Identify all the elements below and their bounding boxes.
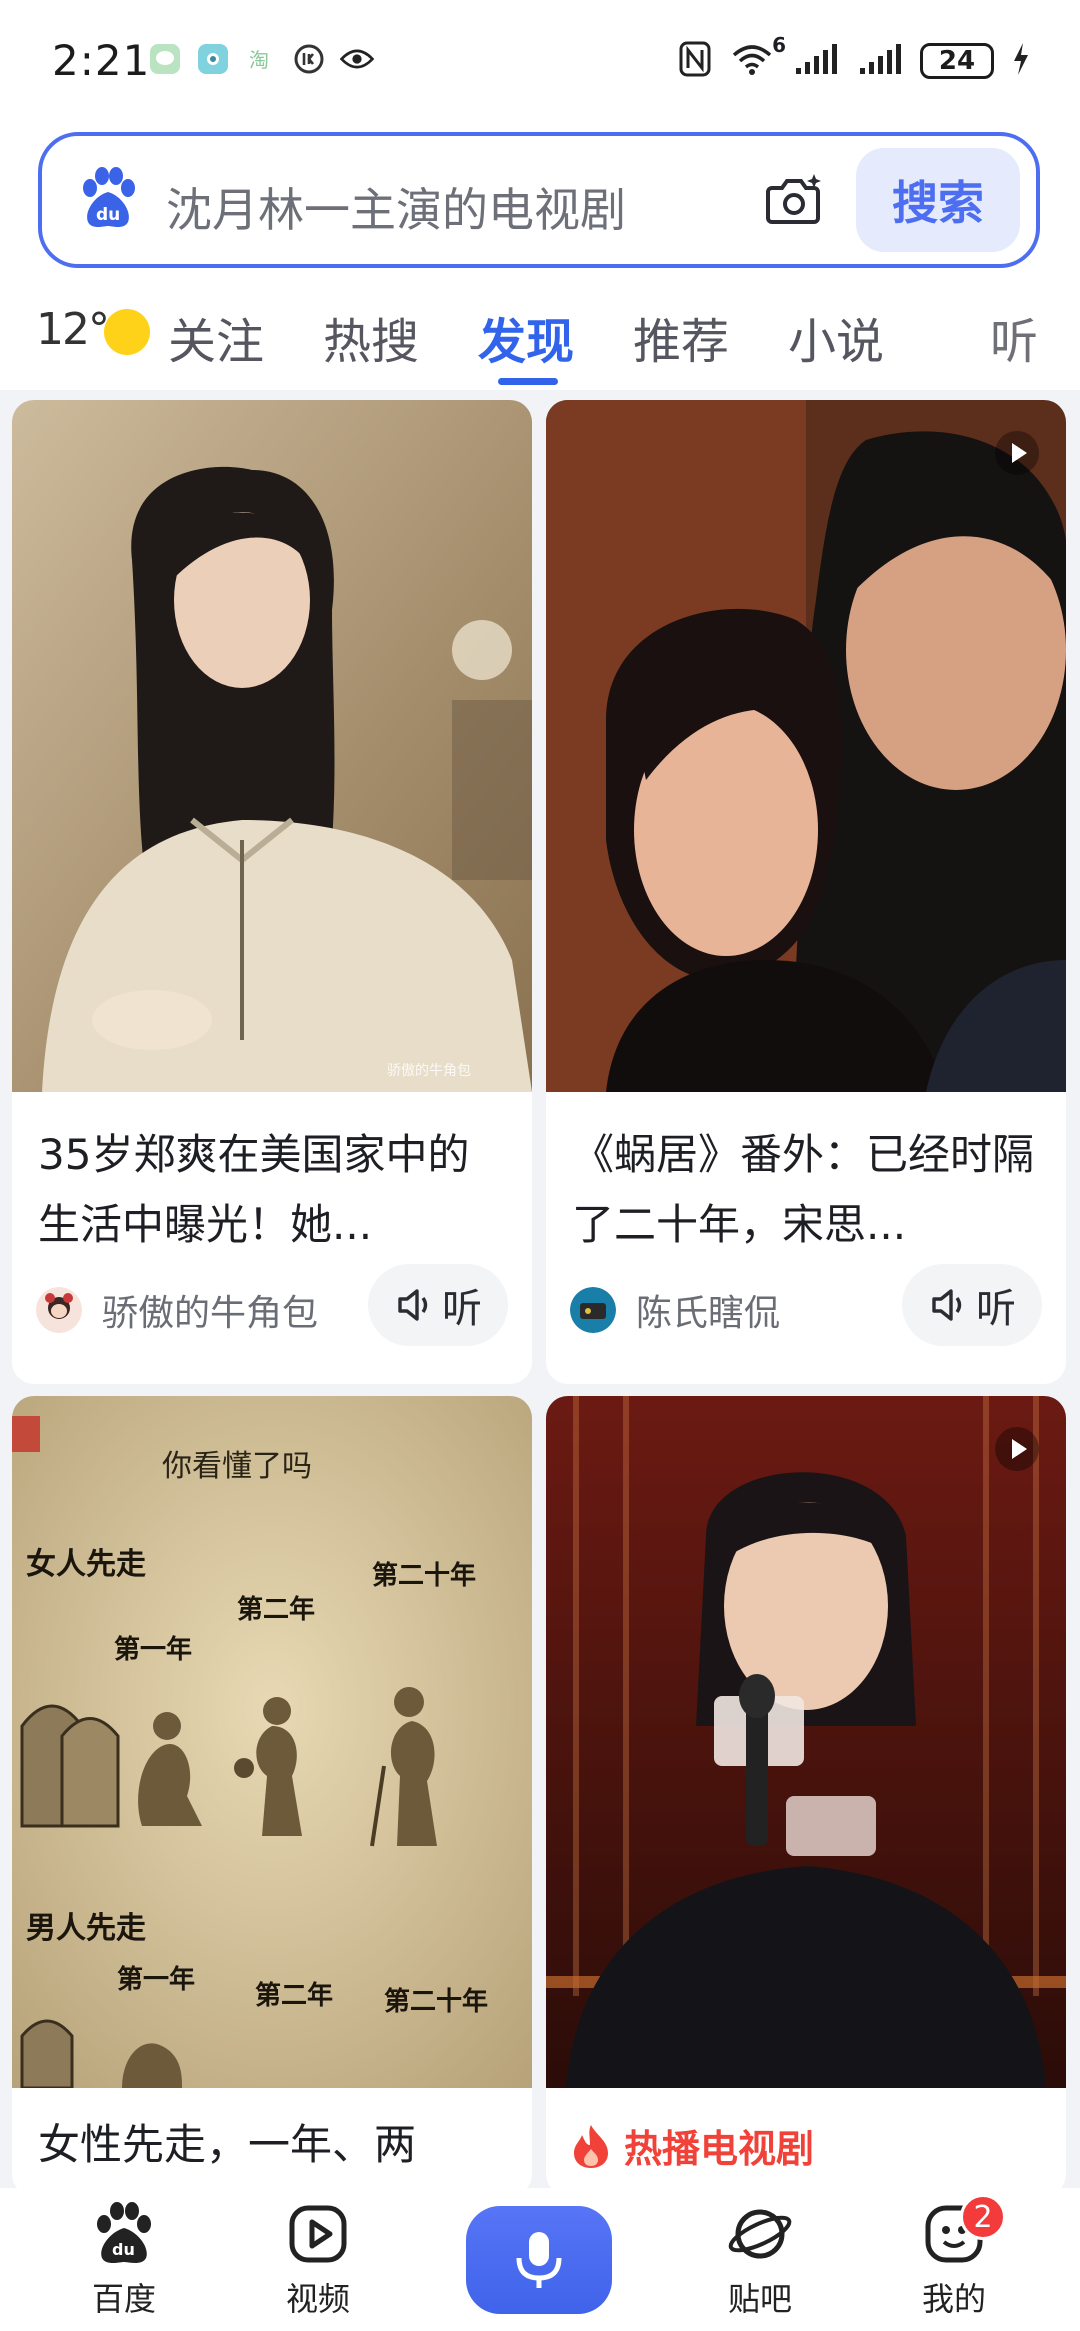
- hot-tag-label: 热播电视剧: [624, 2127, 815, 2171]
- card-image[interactable]: [546, 400, 1066, 1092]
- svg-text:du: du: [112, 2240, 135, 2259]
- feed-card[interactable]: 热播电视剧: [546, 1396, 1066, 2196]
- sun-icon: [104, 308, 150, 355]
- baidu-paw-icon: du: [76, 166, 140, 232]
- baidu-home-icon: du: [97, 2202, 151, 2263]
- wifi-icon: 6: [730, 33, 786, 81]
- active-tab-indicator: [498, 378, 558, 385]
- feed-card[interactable]: 你看懂了吗 女人先走 第二十年 第二年 第一年 男人先走 第一年 第二年 第二十…: [12, 1396, 532, 2196]
- card-title[interactable]: 35岁郑爽在美国家中的生活中曝光！她...: [38, 1120, 506, 1260]
- svg-text:淘: 淘: [249, 48, 269, 72]
- svg-text:第一年: 第一年: [117, 1964, 195, 1995]
- flame-icon: [574, 2124, 608, 2168]
- notification-badge: 2: [960, 2194, 1006, 2240]
- speaker-icon: [398, 1289, 428, 1321]
- eye-app-icon: [196, 42, 230, 76]
- listen-button[interactable]: 听: [902, 1264, 1042, 1346]
- weather-temperature: 12°: [36, 304, 110, 355]
- weather-widget[interactable]: 12°: [36, 304, 150, 355]
- tab-discover[interactable]: 发现: [478, 302, 574, 372]
- network-type-label: 6: [772, 33, 786, 57]
- charging-icon: [1012, 41, 1030, 81]
- video-play-icon: [994, 1426, 1040, 1472]
- hot-tag[interactable]: 热播电视剧: [570, 2118, 814, 2173]
- chat-app-icon: [148, 42, 182, 76]
- svg-text:第二年: 第二年: [255, 1980, 333, 2011]
- microphone-icon: [516, 2232, 562, 2288]
- search-bar[interactable]: du 沈月林一主演的电视剧 搜索: [38, 132, 1040, 268]
- voice-search-button[interactable]: [466, 2206, 612, 2314]
- search-input[interactable]: 沈月林一主演的电视剧: [166, 174, 626, 240]
- status-time: 2:21: [52, 36, 151, 85]
- shopping-app-icon: 淘: [244, 42, 278, 76]
- author-name[interactable]: 陈氏瞎侃: [636, 1284, 780, 1336]
- card-title[interactable]: 女性先走，一年、两: [38, 2110, 506, 2180]
- author-avatar[interactable]: [36, 1287, 82, 1333]
- card-image[interactable]: 骄傲的牛角包: [12, 400, 532, 1092]
- svg-text:骄傲的牛角包: 骄傲的牛角包: [387, 1063, 471, 1079]
- svg-text:du: du: [96, 205, 120, 225]
- camera-search-icon[interactable]: [762, 168, 826, 232]
- nav-video[interactable]: 视频: [248, 2202, 388, 2320]
- tab-recommend[interactable]: 推荐: [633, 302, 729, 372]
- signal-icon-2: [856, 42, 902, 80]
- signal-icon-1: [792, 42, 838, 80]
- video-icon: [289, 2205, 347, 2263]
- nav-baidu[interactable]: du 百度: [54, 2202, 194, 2320]
- nav-label: 视频: [285, 2280, 350, 2318]
- tieba-planet-icon: [728, 2209, 792, 2259]
- nav-label: 百度: [91, 2280, 156, 2318]
- tab-hot-search[interactable]: 热搜: [323, 302, 419, 372]
- card-image[interactable]: [546, 1396, 1066, 2088]
- nav-mine[interactable]: 我的 2: [884, 2194, 1024, 2320]
- nfc-icon: [678, 40, 712, 82]
- tab-listen[interactable]: 听: [990, 302, 1038, 372]
- nav-label: 贴吧: [727, 2280, 792, 2318]
- notification-icons: 淘: [148, 42, 374, 76]
- listen-label: 听: [976, 1286, 1016, 1332]
- svg-text:第一年: 第一年: [114, 1634, 192, 1665]
- status-bar: 2:21 淘 6 24: [0, 0, 1080, 120]
- bottom-navigation: du 百度 视频 贴吧 我的 2: [0, 2188, 1080, 2331]
- card-image[interactable]: 你看懂了吗 女人先走 第二十年 第二年 第一年 男人先走 第一年 第二年 第二十…: [12, 1396, 532, 2088]
- video-play-icon: [994, 430, 1040, 476]
- tab-novel[interactable]: 小说: [788, 302, 884, 372]
- sync-icon: [292, 42, 326, 76]
- system-icons: 6 24: [678, 33, 1030, 82]
- feed-card[interactable]: 《蜗居》番外：已经时隔了二十年，宋思... 陈氏瞎侃 听: [546, 400, 1066, 1384]
- author-name[interactable]: 骄傲的牛角包: [102, 1284, 318, 1336]
- eye-icon: [340, 42, 374, 76]
- battery-indicator: 24: [920, 43, 994, 79]
- author-avatar[interactable]: [570, 1287, 616, 1333]
- card-author-row: 陈氏瞎侃 听: [570, 1264, 1042, 1346]
- card-title[interactable]: 《蜗居》番外：已经时隔了二十年，宋思...: [572, 1120, 1040, 1260]
- tab-follow[interactable]: 关注: [168, 302, 264, 372]
- svg-text:第二十年: 第二十年: [372, 1560, 476, 1591]
- svg-text:女人先走: 女人先走: [26, 1547, 146, 1582]
- svg-text:男人先走: 男人先走: [26, 1911, 146, 1946]
- listen-label: 听: [442, 1286, 482, 1332]
- channel-tabs: 12° 关注 热搜 发现 推荐 小说 听: [0, 290, 1080, 390]
- listen-button[interactable]: 听: [368, 1264, 508, 1346]
- search-button[interactable]: 搜索: [856, 148, 1020, 252]
- feed-card[interactable]: 骄傲的牛角包 35岁郑爽在美国家中的生活中曝光！她... 骄傲的牛角包 听: [12, 400, 532, 1384]
- speaker-icon: [932, 1289, 962, 1321]
- nav-tieba[interactable]: 贴吧: [690, 2202, 830, 2320]
- nav-label: 我的: [921, 2280, 986, 2318]
- card-author-row: 骄傲的牛角包 听: [36, 1264, 508, 1346]
- svg-text:第二十年: 第二十年: [384, 1986, 488, 2017]
- svg-text:第二年: 第二年: [237, 1594, 315, 1625]
- svg-text:你看懂了吗: 你看懂了吗: [162, 1449, 312, 1484]
